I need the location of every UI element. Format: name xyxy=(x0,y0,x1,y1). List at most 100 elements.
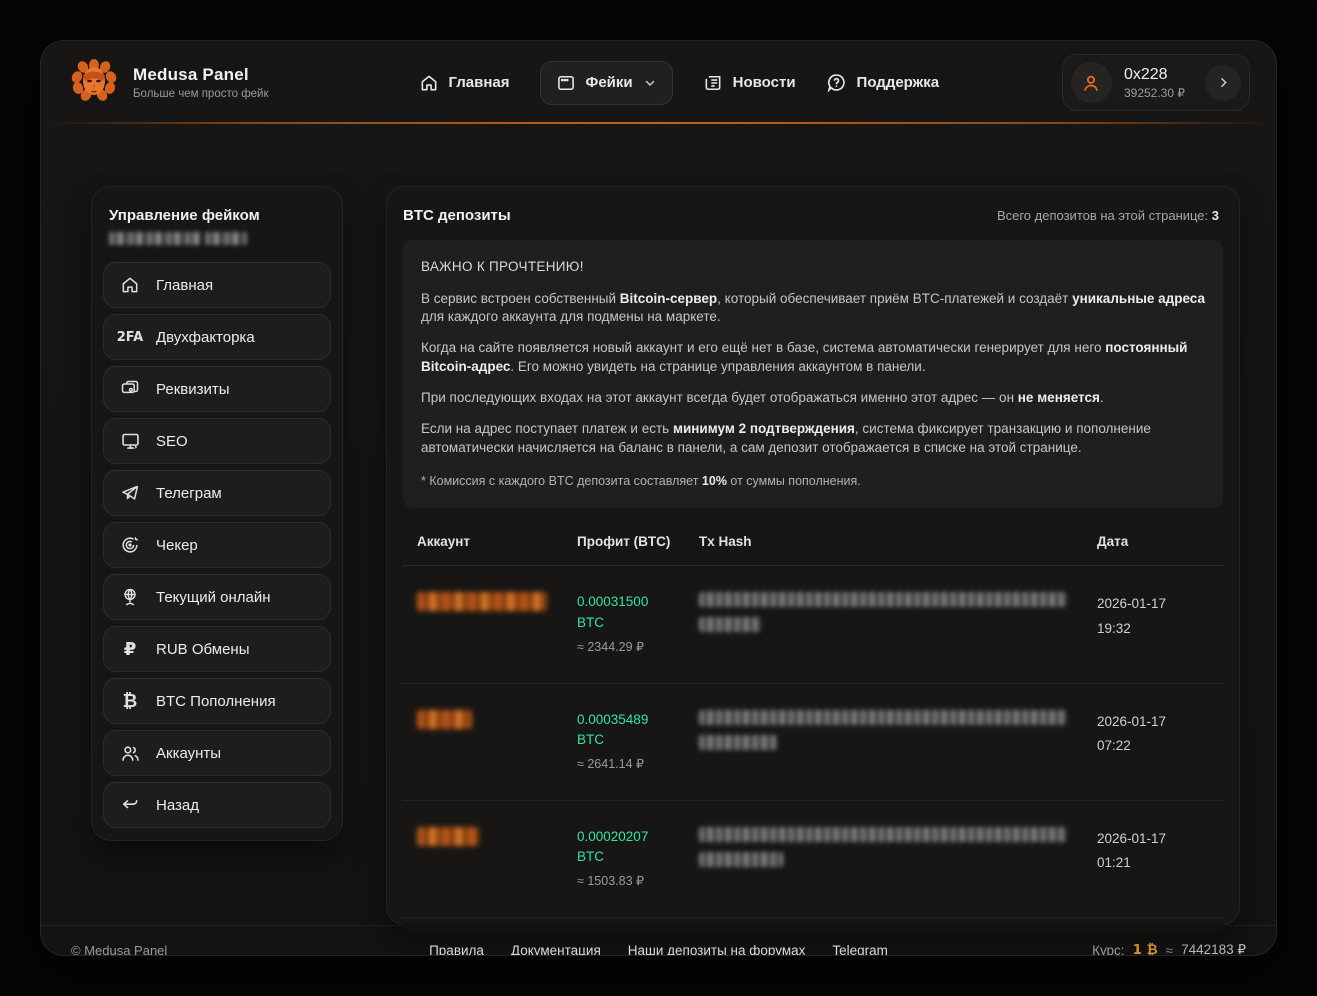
profit-cell: 0.00035489 BTC ≈ 2641.14 ₽ xyxy=(577,710,699,774)
footer-link-docs[interactable]: Документация xyxy=(511,943,601,956)
sidebar-item-requisites[interactable]: Реквизиты xyxy=(103,366,331,412)
sidebar-item-rub-exchanges[interactable]: ₽ RUB Обмены xyxy=(103,626,331,672)
date-cell: 2026-01-17 07:22 xyxy=(1097,710,1209,759)
footer-link-rules[interactable]: Правила xyxy=(429,943,484,956)
col-header-date: Дата xyxy=(1097,534,1209,549)
deposits-total: Всего депозитов на этой странице: 3 xyxy=(997,208,1219,223)
txhash-cell xyxy=(699,827,1097,877)
redacted-account-name xyxy=(417,592,547,611)
sidebar-item-2fa[interactable]: 2FA Двухфакторка xyxy=(103,314,331,360)
footer-link-telegram[interactable]: Telegram xyxy=(832,943,888,956)
top-header: Medusa Panel Больше чем просто фейк Глав… xyxy=(41,41,1276,124)
nav-item-fakes-dropdown[interactable]: Фейки xyxy=(540,61,673,105)
nav-label: Поддержка xyxy=(857,74,940,91)
news-icon xyxy=(703,73,723,93)
sidebar-item-accounts[interactable]: Аккаунты xyxy=(103,730,331,776)
sidebar-item-back[interactable]: Назад xyxy=(103,782,331,828)
col-header-account: Аккаунт xyxy=(417,534,577,549)
important-notice: ВАЖНО К ПРОЧТЕНИЮ! В сервис встроен собс… xyxy=(403,240,1223,508)
user-info: 0x228 39252.30 ₽ xyxy=(1124,66,1185,100)
redacted-account-name xyxy=(417,710,472,729)
sidebar-item-home[interactable]: Главная xyxy=(103,262,331,308)
support-icon xyxy=(826,72,847,93)
nav-label: Главная xyxy=(449,74,510,91)
back-arrow-icon xyxy=(119,795,141,815)
footer-links: Правила Документация Наши депозиты на фо… xyxy=(429,943,888,956)
redacted-txhash xyxy=(699,827,1067,842)
deposits-total-value: 3 xyxy=(1212,208,1219,223)
home-icon xyxy=(419,73,439,93)
home-icon xyxy=(119,275,141,295)
date-cell: 2026-01-17 01:21 xyxy=(1097,827,1209,876)
commission-footnote: * Комиссия с каждого BTC депозита состав… xyxy=(421,473,1205,491)
content-area: Управление фейком Главная 2FA Двухфактор… xyxy=(41,124,1276,925)
users-icon xyxy=(119,743,141,764)
brand-name: Medusa Panel xyxy=(133,65,269,85)
profit-cell: 0.00031500 BTC ≈ 2344.29 ₽ xyxy=(577,592,699,656)
redacted-txhash xyxy=(699,735,777,750)
notice-paragraph: Когда на сайте появляется новый аккаунт … xyxy=(421,339,1205,377)
telegram-icon xyxy=(119,483,141,503)
redacted-txhash xyxy=(699,592,1067,607)
brand-tagline: Больше чем просто фейк xyxy=(133,88,269,100)
user-name: 0x228 xyxy=(1124,66,1185,84)
table-row: 0.00035489 BTC ≈ 2641.14 ₽ 2026-01-17 07… xyxy=(402,684,1224,801)
brand-text: Medusa Panel Больше чем просто фейк xyxy=(133,65,269,100)
sidebar-item-seo[interactable]: SEO xyxy=(103,418,331,464)
nav-item-news[interactable]: Новости xyxy=(703,73,796,93)
nav-item-home[interactable]: Главная xyxy=(419,73,510,93)
cards-icon xyxy=(119,379,141,399)
txhash-cell xyxy=(699,710,1097,760)
main-nav: Главная Фейки Новости xyxy=(419,61,940,105)
btc-deposits-card: BTC депозиты Всего депозитов на этой стр… xyxy=(386,186,1240,925)
col-header-txhash: Tx Hash xyxy=(699,534,1097,549)
table-row: 0.00031500 BTC ≈ 2344.29 ₽ 2026-01-17 19… xyxy=(402,566,1224,683)
card-header: BTC депозиты Всего депозитов на этой стр… xyxy=(387,187,1239,240)
brand: Medusa Panel Больше чем просто фейк xyxy=(69,55,269,110)
seo-monitor-icon xyxy=(119,431,141,452)
2fa-icon: 2FA xyxy=(119,330,141,345)
redacted-txhash xyxy=(699,852,783,867)
footer-link-forum-deposits[interactable]: Наши депозиты на форумах xyxy=(628,943,806,956)
notice-paragraph: При последующих входах на этот аккаунт в… xyxy=(421,389,1205,408)
app-window: Medusa Panel Больше чем просто фейк Глав… xyxy=(40,40,1277,956)
txhash-cell xyxy=(699,592,1097,642)
sidebar-title: Управление фейком xyxy=(103,205,331,262)
user-menu-button[interactable] xyxy=(1205,65,1241,101)
account-cell xyxy=(417,827,577,846)
profit-cell: 0.00020207 BTC ≈ 1503.83 ₽ xyxy=(577,827,699,891)
browser-icon xyxy=(556,73,576,93)
notice-paragraph: В сервис встроен собственный Bitcoin-сер… xyxy=(421,290,1205,328)
nav-label: Новости xyxy=(733,74,796,91)
date-cell: 2026-01-17 19:32 xyxy=(1097,592,1209,641)
table-row: 0.00020207 BTC ≈ 1503.83 ₽ 2026-01-17 01… xyxy=(402,801,1224,918)
bitcoin-icon: ₿ xyxy=(119,691,141,712)
deposits-table: Аккаунт Профит (BTC) Tx Hash Дата 0.0003… xyxy=(402,534,1224,918)
ruble-icon: ₽ xyxy=(119,639,141,660)
nav-item-support[interactable]: Поддержка xyxy=(826,72,940,93)
btc-rate-amount: 1 ₿ xyxy=(1133,942,1158,956)
btc-rate: Курс: 1 ₿ ≈ 7442183 ₽ xyxy=(1092,942,1246,956)
sidebar-item-checker[interactable]: Чекер xyxy=(103,522,331,568)
redacted-account-name xyxy=(417,827,479,846)
fake-management-sidebar: Управление фейком Главная 2FA Двухфактор… xyxy=(91,186,343,841)
redacted-txhash xyxy=(699,710,1067,725)
sidebar-item-telegram[interactable]: Телеграм xyxy=(103,470,331,516)
chevron-down-icon xyxy=(643,76,657,90)
sidebar-item-current-online[interactable]: Текущий онлайн xyxy=(103,574,331,620)
notice-paragraph: Если на адрес поступает платеж и есть ми… xyxy=(421,420,1205,458)
avatar xyxy=(1071,62,1112,103)
user-account-widget[interactable]: 0x228 39252.30 ₽ xyxy=(1062,54,1250,111)
notice-heading: ВАЖНО К ПРОЧТЕНИЮ! xyxy=(421,257,1205,277)
copyright: © Medusa Panel xyxy=(71,943,167,956)
checker-target-icon xyxy=(119,535,141,555)
account-cell xyxy=(417,710,577,729)
col-header-profit: Профит (BTC) xyxy=(577,534,699,549)
nav-label: Фейки xyxy=(586,74,633,91)
redacted-txhash xyxy=(699,617,761,632)
page-title: BTC депозиты xyxy=(403,207,511,224)
redacted-fake-name xyxy=(205,232,247,245)
sidebar-item-btc-deposits[interactable]: ₿ BTC Пополнения xyxy=(103,678,331,724)
btc-rate-rub: 7442183 ₽ xyxy=(1181,942,1246,956)
user-balance: 39252.30 ₽ xyxy=(1124,86,1185,100)
